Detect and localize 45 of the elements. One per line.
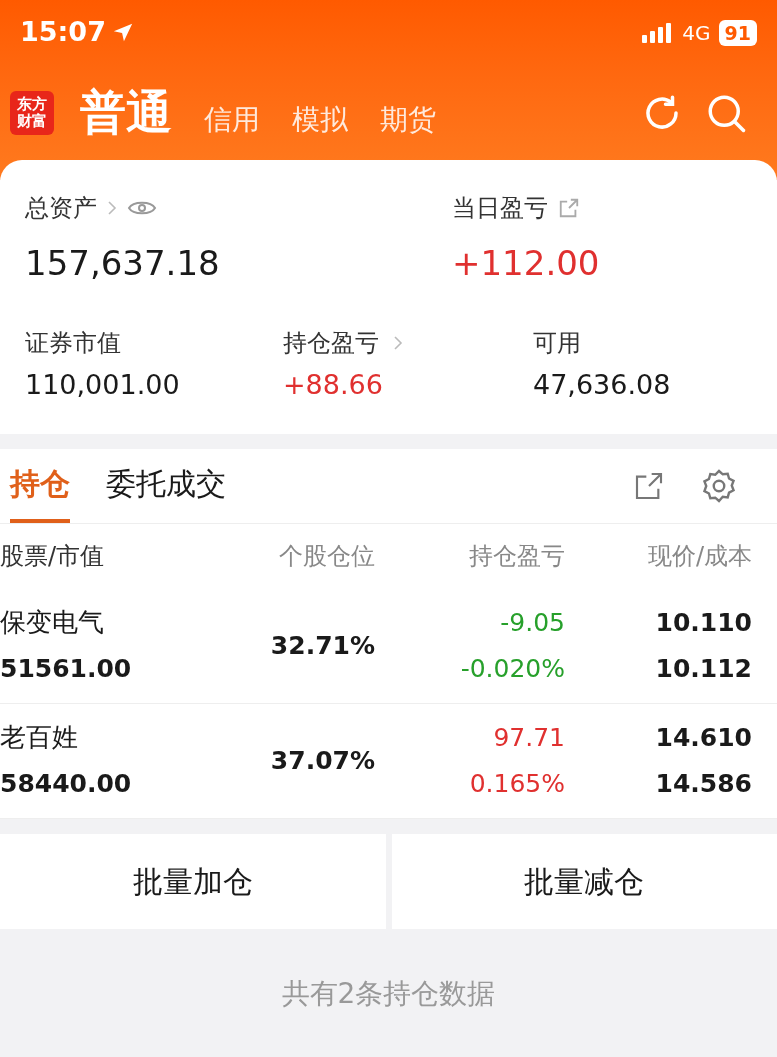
profit-loss-percent: 0.165% xyxy=(469,767,565,800)
stat-value: 47,636.08 xyxy=(533,368,672,402)
position-tab[interactable]: 委托成交 xyxy=(106,448,226,523)
stock-name: 保变电气 xyxy=(0,606,105,640)
account-tab[interactable]: 信用 xyxy=(204,98,260,141)
stat-value: 110,001.00 xyxy=(25,368,181,402)
position-tab[interactable]: 持仓 xyxy=(10,448,70,523)
chevron-icon[interactable] xyxy=(107,200,117,216)
cost-price: 14.586 xyxy=(655,767,752,800)
stat-label: 持仓盈亏 xyxy=(283,328,379,359)
market-value: 58440.00 xyxy=(0,768,133,801)
column-header: 持仓盈亏 xyxy=(468,541,565,572)
profit-loss: -9.05 xyxy=(500,607,565,639)
cost-price: 10.112 xyxy=(655,652,752,685)
network-label: 4G xyxy=(682,19,711,47)
stat-label: 可用 xyxy=(533,328,581,359)
summary-label: 当日盈亏 xyxy=(452,193,548,224)
share-icon[interactable] xyxy=(558,197,580,219)
chevron-icon[interactable] xyxy=(393,335,403,351)
stock-name: 老百姓 xyxy=(0,721,79,755)
profit-loss-percent: -0.020% xyxy=(460,652,565,685)
summary-label: 总资产 xyxy=(25,193,97,224)
market-value: 51561.00 xyxy=(0,653,133,686)
batch-action-button[interactable]: 批量减仓 xyxy=(391,833,777,929)
app-logo: 东方财富 xyxy=(10,90,54,135)
position-weight: 37.07% xyxy=(269,744,375,777)
batch-action-button[interactable]: 批量加仓 xyxy=(0,833,386,929)
profit-loss: 97.71 xyxy=(493,722,565,754)
account-tab[interactable]: 期货 xyxy=(380,98,436,141)
settings-icon[interactable] xyxy=(701,467,737,504)
column-header: 个股仓位 xyxy=(278,541,375,572)
position-count-text: 共有2条持仓数据 xyxy=(281,975,496,1012)
status-time: 15:07 xyxy=(20,15,106,50)
stat-value: +88.66 xyxy=(283,368,384,402)
stat-label: 证券市值 xyxy=(25,328,121,359)
summary-value: 157,637.18 xyxy=(25,242,221,285)
account-tab[interactable]: 模拟 xyxy=(292,98,348,141)
column-header: 股票/市值 xyxy=(0,541,106,572)
current-price: 14.610 xyxy=(655,722,752,754)
position-weight: 32.71% xyxy=(269,629,375,662)
column-header: 现价/成本 xyxy=(646,541,752,572)
summary-value: +112.00 xyxy=(452,242,601,285)
battery-indicator: 91 xyxy=(718,19,757,46)
current-price: 10.110 xyxy=(655,607,752,639)
account-tab[interactable]: 普通 xyxy=(80,78,172,147)
